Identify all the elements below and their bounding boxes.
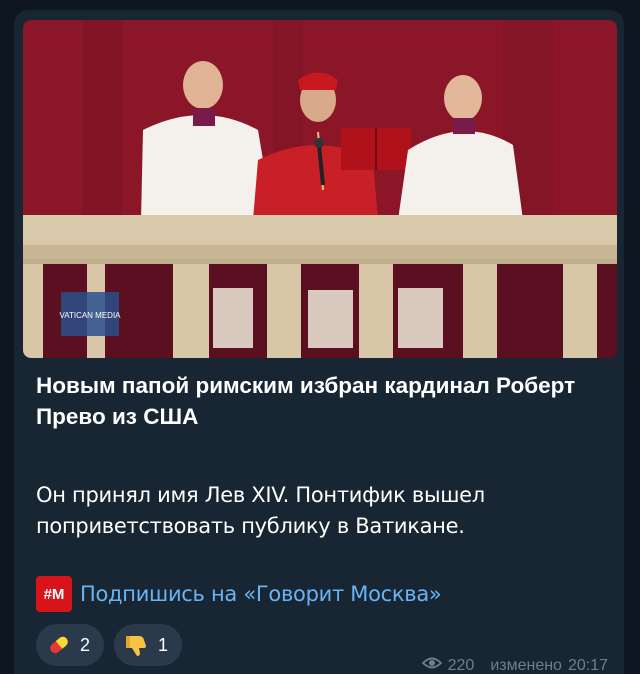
reaction-count: 1	[158, 634, 169, 655]
pill-icon	[46, 632, 72, 658]
reaction-thumbs-down[interactable]: 1	[114, 624, 183, 666]
view-count: 220	[447, 656, 475, 674]
post-body: Он принял имя Лев XIV. Понтифик вышел по…	[36, 483, 485, 538]
post-time: 20:17	[567, 656, 608, 674]
reactions-bar: 2 1	[36, 624, 183, 666]
subscribe-link[interactable]: Подпишись на «Говорит Москва»	[80, 582, 442, 606]
reaction-pill[interactable]: 2	[36, 624, 105, 666]
photo-watermark: VATICAN MEDIA	[59, 311, 121, 320]
eye-icon	[421, 656, 442, 674]
govorit-moskva-logo-icon: #M	[36, 576, 72, 612]
subscribe-row: #M Подпишись на «Говорит Москва»	[36, 574, 442, 614]
post-photo[interactable]: VATICAN MEDIA	[23, 20, 617, 358]
post-title: Новым папой римским избран кардинал Робе…	[36, 373, 576, 429]
thumbs-down-icon	[124, 632, 150, 658]
reaction-count: 2	[80, 634, 91, 655]
channel-post-bubble: VATICAN MEDIA Новым папой римским избран…	[14, 10, 624, 674]
post-meta: 220 изменено 20:17	[421, 656, 608, 674]
edited-label: изменено	[490, 656, 562, 674]
